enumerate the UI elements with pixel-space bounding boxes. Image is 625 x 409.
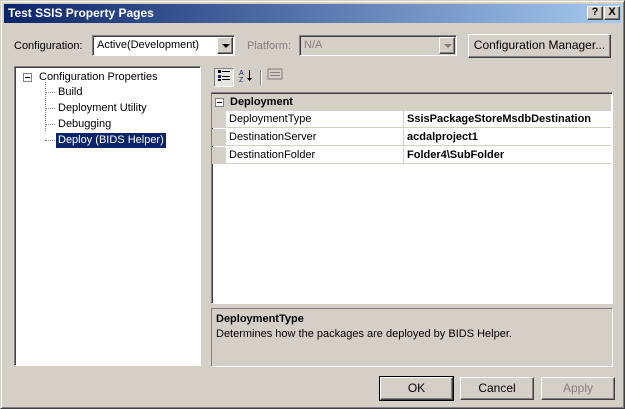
tree-guide-line: [45, 108, 55, 109]
window-title: Test SSIS Property Pages: [8, 6, 154, 20]
help-button[interactable]: ?: [587, 6, 603, 20]
chevron-down-icon: [439, 37, 455, 54]
chevron-down-icon[interactable]: [217, 37, 233, 54]
collapse-icon[interactable]: [23, 73, 32, 82]
property-row-destinationserver[interactable]: DestinationServer acdalproject1: [212, 129, 611, 146]
platform-dropdown: N/A: [299, 35, 457, 56]
tree-guide-line: [45, 140, 55, 141]
toolbar-separator: [260, 70, 261, 85]
description-title: DeploymentType: [216, 313, 304, 325]
tree-guide-line: [45, 92, 55, 93]
configuration-label: Configuration:: [14, 40, 83, 52]
description-panel: DeploymentType Determines how the packag…: [211, 308, 613, 367]
grid-gutter: [212, 147, 226, 163]
tree-item-build[interactable]: Build: [58, 85, 82, 100]
configuration-value: Active(Development): [97, 39, 200, 51]
grid-category-row[interactable]: Deployment: [212, 94, 611, 111]
configuration-dropdown[interactable]: Active(Development): [92, 35, 235, 56]
svg-text:Z: Z: [239, 77, 244, 83]
tree-item-deployment-utility[interactable]: Deployment Utility: [58, 101, 147, 116]
svg-text:A: A: [239, 70, 244, 77]
column-divider[interactable]: [403, 129, 404, 145]
alphabetical-icon[interactable]: A Z: [236, 68, 256, 87]
tree-root-configuration-properties[interactable]: Configuration Properties: [39, 70, 158, 85]
property-row-destinationfolder[interactable]: DestinationFolder Folder4\SubFolder: [212, 147, 611, 164]
tree-guide-line: [45, 124, 55, 125]
collapse-icon[interactable]: [215, 98, 224, 107]
ok-button[interactable]: OK: [379, 376, 454, 401]
property-name: DestinationServer: [229, 131, 317, 143]
title-bar[interactable]: Test SSIS Property Pages ? X: [4, 4, 621, 23]
categorized-icon[interactable]: [214, 68, 234, 87]
close-button[interactable]: X: [604, 6, 620, 20]
property-value[interactable]: acdalproject1: [407, 131, 478, 143]
property-value[interactable]: Folder4\SubFolder: [407, 149, 504, 161]
grid-gutter: [212, 129, 226, 145]
property-value[interactable]: SsisPackageStoreMsdbDestination: [407, 113, 591, 125]
configuration-manager-button[interactable]: Configuration Manager...: [468, 34, 611, 58]
property-name: DestinationFolder: [229, 149, 316, 161]
settings-tree: Configuration Properties Build Deploymen…: [14, 66, 201, 366]
property-pages-dialog: Test SSIS Property Pages ? X Configurati…: [0, 0, 625, 409]
grid-category-label: Deployment: [230, 96, 293, 108]
property-pages-icon: [265, 68, 285, 87]
property-grid: Deployment DeploymentType SsisPackageSto…: [211, 92, 613, 304]
description-text: Determines how the packages are deployed…: [216, 328, 512, 340]
platform-value: N/A: [304, 39, 323, 51]
tree-item-deploy-bids-helper[interactable]: Deploy (BIDS Helper): [55, 132, 167, 149]
grid-gutter: [212, 111, 226, 127]
property-row-deploymenttype[interactable]: DeploymentType SsisPackageStoreMsdbDesti…: [212, 111, 611, 128]
property-name: DeploymentType: [229, 113, 312, 125]
column-divider[interactable]: [403, 111, 404, 127]
column-divider[interactable]: [403, 147, 404, 163]
platform-label: Platform:: [247, 40, 292, 52]
cancel-button[interactable]: Cancel: [460, 377, 534, 400]
apply-button: Apply: [541, 377, 615, 400]
tree-item-debugging[interactable]: Debugging: [58, 117, 111, 132]
